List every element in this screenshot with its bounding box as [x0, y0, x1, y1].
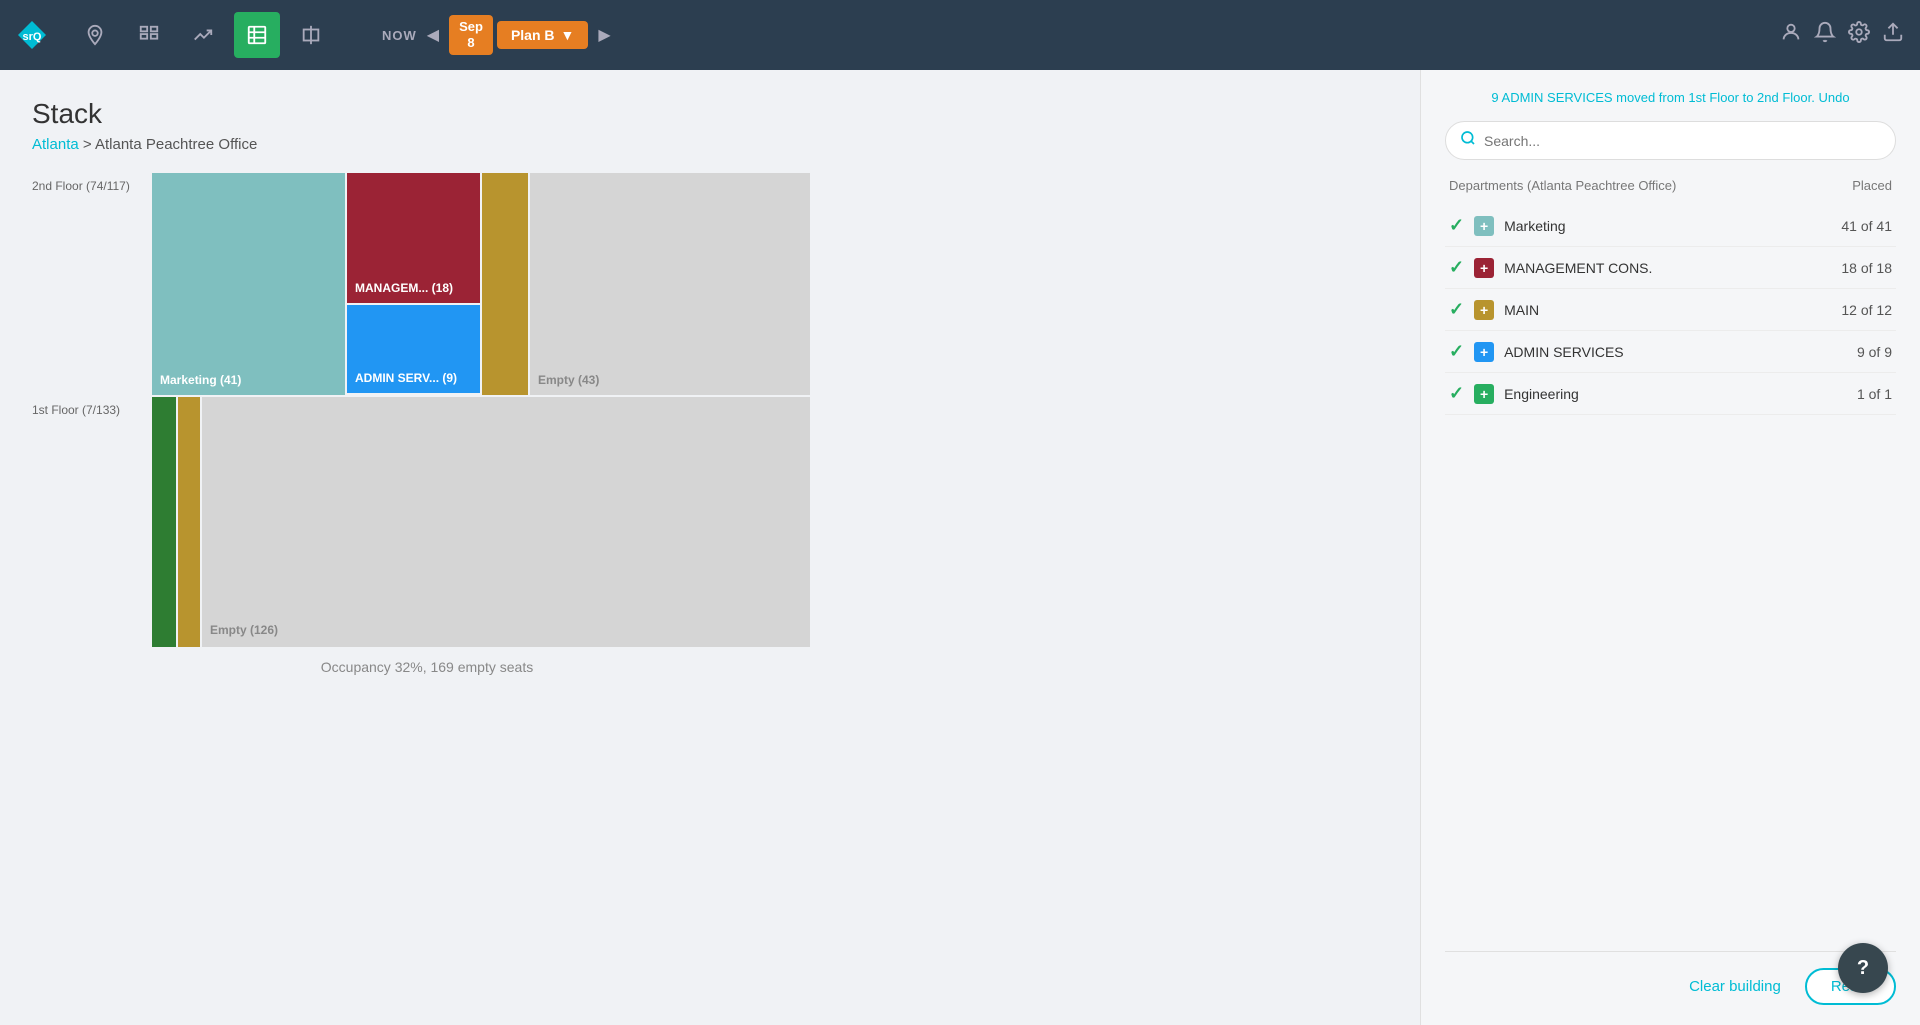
dept-header: Departments (Atlanta Peachtree Office) P…	[1445, 178, 1896, 193]
dept-item: ✓ + ADMIN SERVICES 9 of 9	[1445, 331, 1896, 373]
right-panel: 9 ADMIN SERVICES moved from 1st Floor to…	[1420, 70, 1920, 1025]
marketing-block[interactable]: Marketing (41)	[152, 173, 345, 395]
dept-name: Marketing	[1504, 218, 1831, 234]
topnav: srQ NOW ◀ Sep 8 Plan B ▼ ▶	[0, 0, 1920, 70]
nav-settings-icon[interactable]	[1848, 21, 1870, 49]
floor-1st-label: 1st Floor (7/133)	[32, 397, 152, 417]
next-arrow[interactable]: ▶	[592, 21, 616, 49]
dept-item: ✓ + MANAGEMENT CONS. 18 of 18	[1445, 247, 1896, 289]
bottom-actions: Clear building Reset	[1445, 951, 1896, 1005]
breadcrumb-separator: >	[83, 136, 95, 153]
breadcrumb: Atlanta > Atlanta Peachtree Office	[32, 136, 1388, 153]
gold-1st-block[interactable]	[178, 397, 200, 647]
date-month: Sep	[459, 19, 483, 35]
dept-color-box: +	[1474, 342, 1494, 362]
dept-placed: 41 of 41	[1841, 218, 1892, 234]
date-badge[interactable]: Sep 8	[449, 15, 493, 54]
floor-1st-row: 1st Floor (7/133) Empty (126)	[32, 397, 822, 647]
search-input[interactable]	[1484, 133, 1881, 149]
help-button[interactable]: ?	[1838, 943, 1888, 993]
search-box[interactable]	[1445, 121, 1896, 160]
page-title: Stack	[32, 98, 1388, 130]
occupancy-text: Occupancy 32%, 169 empty seats	[32, 659, 822, 675]
nav-finance-btn[interactable]	[288, 12, 334, 58]
empty-2nd-block[interactable]: Empty (43)	[530, 173, 810, 395]
floor-1st-blocks: Empty (126)	[152, 397, 812, 647]
floor-2nd-blocks: Marketing (41) MANAGEM... (18) ADMIN SER…	[152, 173, 812, 395]
dept-placed: 18 of 18	[1841, 260, 1892, 276]
nav-table-btn[interactable]	[234, 12, 280, 58]
notification-text: 9 ADMIN SERVICES moved from 1st Floor to…	[1491, 90, 1814, 105]
check-icon: ✓	[1449, 257, 1464, 278]
gold-2nd-block[interactable]	[482, 173, 528, 395]
search-icon	[1460, 130, 1476, 151]
admin-services-block[interactable]: ADMIN SERV... (9)	[347, 305, 480, 393]
dept-name: Engineering	[1504, 386, 1847, 402]
clear-building-button[interactable]: Clear building	[1689, 970, 1781, 1003]
management-block[interactable]: MANAGEM... (18)	[347, 173, 480, 303]
nav-now-area: NOW ◀ Sep 8 Plan B ▼ ▶	[382, 15, 617, 54]
left-panel: Stack Atlanta > Atlanta Peachtree Office…	[0, 70, 1420, 1025]
undo-link[interactable]: Undo	[1819, 90, 1850, 105]
check-icon: ✓	[1449, 341, 1464, 362]
check-icon: ✓	[1449, 299, 1464, 320]
dept-item: ✓ + MAIN 12 of 12	[1445, 289, 1896, 331]
date-day: 8	[459, 35, 483, 51]
check-icon: ✓	[1449, 215, 1464, 236]
dept-color-box: +	[1474, 258, 1494, 278]
dept-header-placed: Placed	[1852, 178, 1892, 193]
dept-header-label: Departments (Atlanta Peachtree Office)	[1449, 178, 1676, 193]
dept-name: MAIN	[1504, 302, 1831, 318]
nav-grid-btn[interactable]	[126, 12, 172, 58]
svg-text:srQ: srQ	[23, 31, 42, 43]
stack-chart: 2nd Floor (74/117) Marketing (41) MANAGE…	[32, 173, 822, 675]
green-1st-block[interactable]	[152, 397, 176, 647]
nav-bell-icon[interactable]	[1814, 21, 1836, 49]
dept-color-box: +	[1474, 384, 1494, 404]
nav-chart-btn[interactable]	[180, 12, 226, 58]
floor-2nd-row: 2nd Floor (74/117) Marketing (41) MANAGE…	[32, 173, 822, 395]
dept-name: ADMIN SERVICES	[1504, 344, 1847, 360]
nav-user-icon[interactable]	[1780, 21, 1802, 49]
plan-button[interactable]: Plan B ▼	[497, 21, 588, 49]
help-icon: ?	[1857, 957, 1869, 980]
floor-2nd-label: 2nd Floor (74/117)	[32, 173, 152, 193]
nav-upload-icon[interactable]	[1882, 21, 1904, 49]
main-container: Stack Atlanta > Atlanta Peachtree Office…	[0, 70, 1920, 1025]
dept-list: ✓ + Marketing 41 of 41 ✓ + MANAGEMENT CO…	[1445, 205, 1896, 943]
nav-right-icons	[1780, 21, 1904, 49]
prev-arrow[interactable]: ◀	[421, 21, 445, 49]
dept-placed: 1 of 1	[1857, 386, 1892, 402]
dept-item: ✓ + Engineering 1 of 1	[1445, 373, 1896, 415]
check-icon: ✓	[1449, 383, 1464, 404]
breadcrumb-building: Atlanta Peachtree Office	[95, 136, 257, 153]
dept-color-box: +	[1474, 300, 1494, 320]
notification-bar: 9 ADMIN SERVICES moved from 1st Floor to…	[1445, 90, 1896, 105]
dept-item: ✓ + Marketing 41 of 41	[1445, 205, 1896, 247]
nav-location-btn[interactable]	[72, 12, 118, 58]
logo-icon: srQ	[16, 19, 48, 51]
dept-name: MANAGEMENT CONS.	[1504, 260, 1831, 276]
app-logo: srQ	[16, 19, 48, 51]
dept-placed: 9 of 9	[1857, 344, 1892, 360]
now-label: NOW	[382, 28, 417, 43]
dept-color-box: +	[1474, 216, 1494, 236]
dept-placed: 12 of 12	[1841, 302, 1892, 318]
empty-1st-block[interactable]	[202, 397, 810, 647]
breadcrumb-city[interactable]: Atlanta	[32, 136, 79, 153]
empty-1st-label: Empty (126)	[210, 623, 278, 637]
